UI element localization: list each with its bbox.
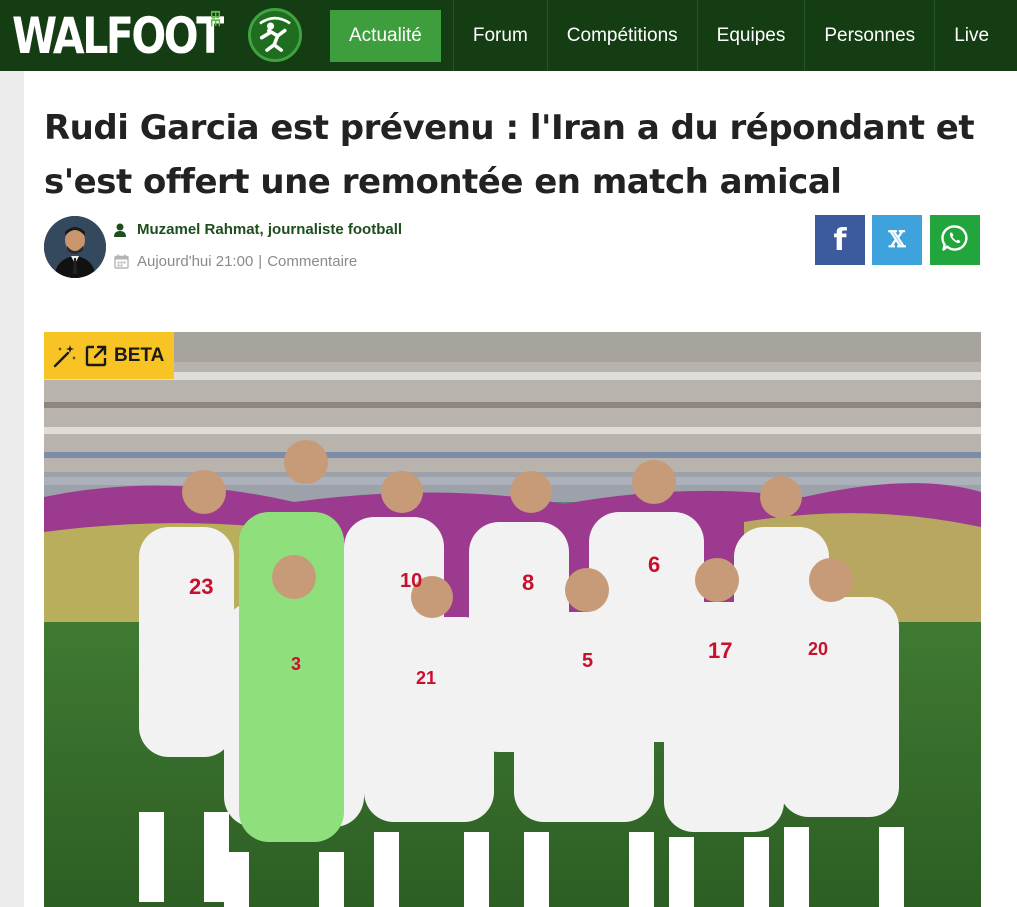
x-icon: 𝕏 (888, 227, 906, 253)
comment-link[interactable]: Commentaire (267, 253, 357, 270)
article-photo[interactable]: 23 10 8 6 3 21 5 17 20 BETA (44, 332, 981, 907)
site-header: WALFOOT BE Actualité Forum Compétitions … (0, 0, 1017, 71)
nav-item-actualite[interactable]: Actualité (330, 10, 441, 62)
article-container: Rudi Garcia est prévenu : l'Iran a du ré… (24, 71, 1017, 907)
jersey-number: 10 (400, 570, 422, 592)
share-whatsapp-button[interactable] (930, 215, 980, 265)
share-facebook-button[interactable]: f (815, 215, 865, 265)
beta-label: BETA (114, 344, 165, 366)
whatsapp-icon (941, 224, 969, 257)
nav-item-equipes[interactable]: Equipes (696, 0, 805, 71)
jersey-number: 8 (522, 570, 534, 595)
article-date: Aujourd'hui 21:00 (137, 253, 254, 270)
main-nav: Actualité Forum Compétitions Equipes Per… (318, 0, 1009, 71)
article-title: Rudi Garcia est prévenu : l'Iran a du ré… (44, 108, 975, 202)
nav-item-forum[interactable]: Forum (452, 0, 547, 71)
site-logo[interactable]: WALFOOT BE (0, 0, 318, 71)
facebook-icon: f (833, 222, 847, 258)
logo-text: WALFOOT (12, 6, 224, 65)
nav-item-competitions[interactable]: Compétitions (546, 0, 697, 71)
jersey-number: 21 (416, 668, 436, 688)
meta-separator: | (258, 253, 263, 270)
jersey-number: 17 (708, 638, 732, 663)
jersey-number: 3 (291, 654, 301, 674)
jersey-number: 6 (648, 552, 660, 577)
logo-ball-icon (248, 8, 302, 62)
share-x-button[interactable]: 𝕏 (872, 215, 922, 265)
logo-suffix: BE (208, 10, 223, 27)
jersey-number: 5 (582, 650, 593, 672)
article-meta: Aujourd'hui 21:00 | Commentaire (114, 253, 357, 270)
user-icon (114, 223, 126, 237)
jersey-number: 23 (189, 574, 213, 599)
beta-badge[interactable]: BETA (44, 332, 175, 379)
jersey-number: 20 (808, 639, 828, 659)
external-link-icon (84, 344, 108, 368)
author-avatar[interactable] (44, 216, 106, 278)
calendar-icon (114, 254, 129, 269)
jersey-numbers-layer: 23 10 8 6 3 21 5 17 20 (189, 552, 828, 688)
magic-wand-icon (52, 343, 78, 369)
nav-item-live[interactable]: Live (934, 0, 1009, 71)
author-link[interactable]: Muzamel Rahmat, journaliste football (137, 221, 402, 238)
author-line: Muzamel Rahmat, journaliste football (114, 221, 402, 238)
nav-item-personnes[interactable]: Personnes (804, 0, 934, 71)
